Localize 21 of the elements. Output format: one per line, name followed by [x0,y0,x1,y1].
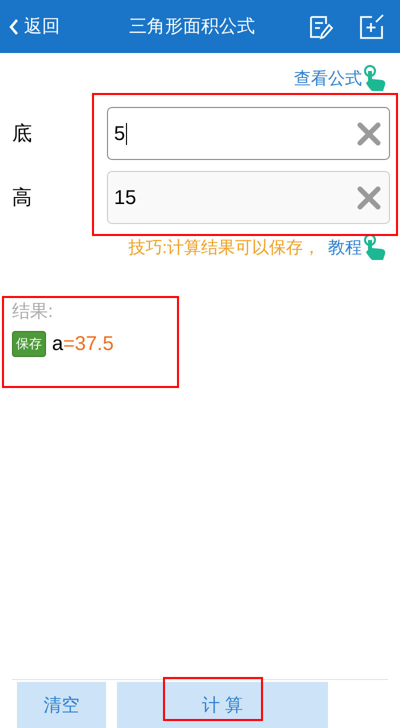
field-label: 高 [11,186,33,210]
clear-icon[interactable] [357,186,381,210]
calculate-button[interactable]: 计 算 [117,682,328,728]
tutorial-link[interactable]: 教程 [328,235,362,261]
new-note-icon[interactable] [358,14,384,40]
tip-text: 技巧:计算结果可以保存， [128,237,320,260]
back-chevron-icon [8,18,20,36]
input-field[interactable]: 15 [107,171,390,224]
pointing-hand-icon [362,234,388,262]
save-button[interactable]: 保存 [12,331,46,357]
result-value: a=37.5 [52,332,114,357]
input-field[interactable]: 5 [107,107,390,160]
result-label: 结果: [12,300,54,323]
edit-list-icon[interactable] [308,14,334,40]
view-formula-link[interactable]: 查看公式 [294,66,362,92]
window-title: 三角形面积公式 [129,15,255,38]
field-label: 底 [11,122,33,146]
back-button[interactable]: 返回 [8,13,60,40]
pointing-hand-icon [362,65,388,93]
clear-button[interactable]: 清空 [17,682,106,728]
clear-icon[interactable] [357,122,381,146]
